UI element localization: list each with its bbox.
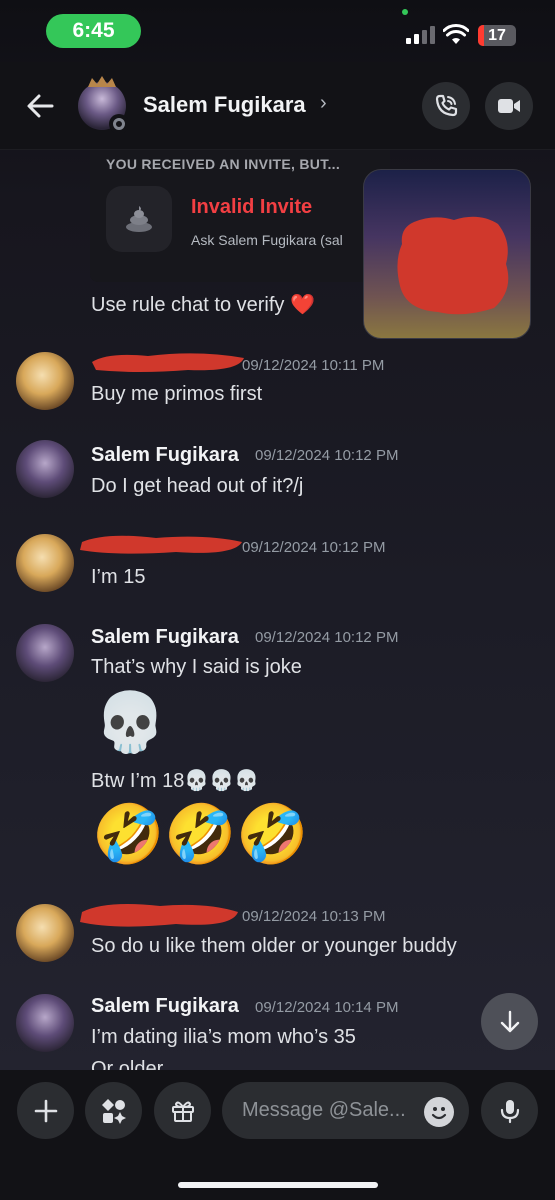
message-text: I’m 15 [91, 566, 146, 588]
status-time: 6:45 [46, 14, 141, 48]
apps-button[interactable] [85, 1082, 142, 1139]
message-text: Buy me primos first [91, 383, 263, 405]
dm-screen: 6:45 17 Salem Fugikara › YOU RECEIVED AN… [0, 0, 555, 1200]
message-composer [0, 1070, 555, 1200]
message-timestamp: 09/12/2024 10:14 PM [255, 999, 399, 1016]
avatar[interactable] [16, 904, 74, 962]
status-bar: 6:45 17 [0, 0, 555, 62]
message-timestamp: 09/12/2024 10:12 PM [255, 629, 399, 646]
redacted-username [80, 904, 238, 927]
message-author[interactable]: Salem Fugikara [91, 995, 239, 1018]
laughing-emoji-row: 🤣🤣🤣 [92, 802, 309, 867]
avatar[interactable] [16, 352, 74, 410]
channel-title[interactable]: Salem Fugikara [143, 92, 306, 118]
back-arrow-icon[interactable] [22, 88, 58, 124]
avatar[interactable] [16, 440, 74, 498]
message-text: Or older [91, 1058, 164, 1070]
invite-subtext: Ask Salem Fugikara (sal [191, 232, 343, 248]
redacted-username [92, 353, 244, 372]
invite-heading: YOU RECEIVED AN INVITE, BUT... [106, 156, 341, 172]
microphone-icon [500, 1099, 519, 1123]
redaction-scribble [397, 216, 509, 315]
message-text: So do u like them older or younger buddy [91, 935, 457, 957]
attach-button[interactable] [17, 1082, 74, 1139]
emoji-icon[interactable] [424, 1097, 454, 1127]
message-timestamp: 09/12/2024 10:12 PM [242, 539, 386, 556]
invite-name[interactable]: Invalid Invite [191, 196, 312, 219]
battery-icon: 17 [478, 25, 516, 46]
chat-header: Salem Fugikara › [0, 62, 555, 150]
video-camera-icon [498, 99, 520, 113]
redacted-username [80, 535, 242, 554]
home-indicator [178, 1182, 378, 1188]
status-indicator-icon [109, 114, 129, 134]
jump-to-latest-button[interactable] [481, 993, 538, 1050]
privacy-indicator-dot [402, 9, 408, 15]
message-author[interactable]: Salem Fugikara [91, 626, 239, 649]
avatar[interactable] [16, 994, 74, 1052]
battery-percent: 17 [488, 27, 506, 44]
message-timestamp: 09/12/2024 10:12 PM [255, 447, 399, 464]
message-text: That’s why I said is joke [91, 656, 302, 678]
invalid-invite-icon [106, 186, 172, 252]
voice-message-button[interactable] [481, 1082, 538, 1139]
invite-embed: YOU RECEIVED AN INVITE, BUT... Invalid I… [90, 150, 390, 282]
message-author[interactable]: Salem Fugikara [91, 444, 239, 467]
wifi-icon [443, 24, 469, 44]
avatar[interactable] [16, 534, 74, 592]
picture-in-picture-window[interactable] [363, 169, 531, 339]
message-text: Do I get head out of it?/j [91, 475, 304, 497]
gift-button[interactable] [154, 1082, 211, 1139]
message-text: Use rule chat to verify ❤️ [91, 294, 315, 316]
signal-icon [406, 26, 436, 44]
plus-icon [34, 1099, 57, 1122]
message-timestamp: 09/12/2024 10:11 PM [242, 357, 385, 374]
arrow-down-icon [500, 1010, 519, 1032]
apps-icon [101, 1098, 126, 1124]
message-timestamp: 09/12/2024 10:13 PM [242, 908, 386, 925]
phone-call-icon [435, 94, 458, 117]
chevron-right-icon[interactable]: › [320, 92, 327, 115]
voice-call-button[interactable] [422, 82, 470, 130]
message-text: I’m dating ilia’s mom who’s 35 [91, 1026, 356, 1048]
gift-icon [171, 1101, 194, 1122]
crown-decoration-icon [88, 76, 116, 87]
avatar[interactable] [16, 624, 74, 682]
message-text: Btw I’m 18💀💀💀 [91, 770, 260, 792]
skull-emoji: 💀 [94, 690, 167, 755]
video-call-button[interactable] [485, 82, 533, 130]
